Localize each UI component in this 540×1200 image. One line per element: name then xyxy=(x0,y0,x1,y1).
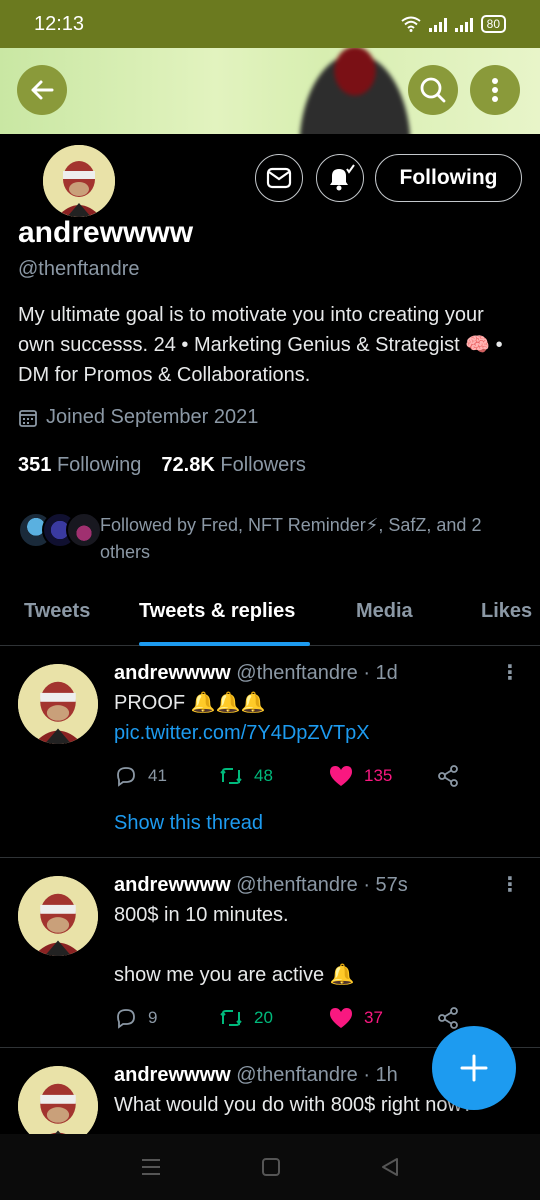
more-vertical-icon xyxy=(492,78,498,102)
status-icons: 80 xyxy=(401,15,506,33)
share-button[interactable] xyxy=(436,764,460,788)
avatar xyxy=(66,512,102,548)
tweet-more-button[interactable]: ⋮ xyxy=(500,872,520,897)
tweet-meta: @thenftandre · 57s xyxy=(236,874,408,896)
tweet[interactable]: andrewwww @thenftandre · 57s ⋮ 800$ in 1… xyxy=(0,858,540,1048)
signal-icon xyxy=(428,16,447,32)
ape-avatar-image xyxy=(18,664,98,744)
share-button[interactable] xyxy=(436,1006,460,1030)
signal-icon xyxy=(454,16,473,32)
wifi-icon xyxy=(401,16,421,32)
tweet-meta: @thenftandre · 1h xyxy=(236,1064,398,1086)
tab-tweets-replies[interactable]: Tweets & replies xyxy=(139,600,295,623)
banner-image xyxy=(290,48,420,134)
followers-label: Followers xyxy=(220,454,306,476)
tweet-text: 800$ in 10 minutes. show me you are acti… xyxy=(114,904,355,986)
followed-by-avatars[interactable] xyxy=(18,512,102,548)
search-button[interactable] xyxy=(408,65,458,115)
retweet-icon xyxy=(220,768,242,784)
like-count: 37 xyxy=(364,1008,383,1027)
display-name: andrewwww xyxy=(18,216,194,249)
status-time: 12:13 xyxy=(34,12,85,35)
tweet-author[interactable]: andrewwww xyxy=(114,874,231,896)
retweet-button[interactable]: 48 xyxy=(218,764,328,788)
profile-tabs: Tweets Tweets & replies Media Likes xyxy=(0,586,540,646)
joined-date: Joined September 2021 xyxy=(18,406,258,429)
show-thread-link[interactable]: Show this thread xyxy=(114,812,263,835)
user-handle: @thenftandre xyxy=(18,258,140,280)
like-count: 135 xyxy=(364,766,393,785)
tweet-link[interactable]: pic.twitter.com/7Y4DpZVTpX xyxy=(114,722,370,744)
profile-banner xyxy=(0,48,540,134)
reply-count: 9 xyxy=(148,1008,158,1027)
heart-filled-icon xyxy=(330,1008,352,1028)
calendar-icon xyxy=(19,409,37,427)
tweet[interactable]: andrewwww @thenftandre · 1d ⋮ PROOF 🔔🔔🔔 … xyxy=(0,646,540,858)
message-button[interactable] xyxy=(255,154,303,202)
profile-bio: My ultimate goal is to motivate you into… xyxy=(18,304,503,386)
tweet-text-content: PROOF 🔔🔔🔔 xyxy=(114,692,266,714)
system-nav-bar xyxy=(0,1134,540,1200)
retweet-icon xyxy=(220,1010,242,1026)
tweet-header: andrewwww @thenftandre · 1d xyxy=(114,662,398,685)
avatar[interactable] xyxy=(18,876,98,956)
following-label: Following xyxy=(56,454,142,476)
like-button[interactable]: 135 xyxy=(328,764,436,788)
reply-icon xyxy=(117,767,135,787)
mail-icon xyxy=(266,167,292,189)
battery-icon: 80 xyxy=(480,15,506,33)
notifications-button[interactable] xyxy=(316,154,364,202)
retweet-count: 48 xyxy=(254,766,273,785)
menu-icon[interactable] xyxy=(140,1157,162,1177)
back-button[interactable] xyxy=(17,65,67,115)
reply-button[interactable]: 9 xyxy=(114,1006,218,1030)
tweet-header: andrewwww @thenftandre · 57s xyxy=(114,874,408,897)
search-icon xyxy=(420,77,446,103)
followers-count: 72.8K xyxy=(161,454,215,476)
bell-check-icon xyxy=(330,164,355,191)
following-count: 351 xyxy=(18,454,52,476)
avatar[interactable] xyxy=(18,664,98,744)
compose-tweet-button[interactable] xyxy=(432,1026,516,1110)
like-button[interactable]: 37 xyxy=(328,1006,436,1030)
back-triangle-icon[interactable] xyxy=(380,1157,400,1177)
tweet-more-button[interactable]: ⋮ xyxy=(500,660,520,685)
share-icon xyxy=(438,765,458,787)
followers-count-link[interactable]: 72.8K Followers xyxy=(161,454,306,476)
ape-avatar-image xyxy=(18,1066,98,1134)
tweet-header: andrewwww @thenftandre · 1h xyxy=(114,1064,398,1087)
tab-tweets[interactable]: Tweets xyxy=(24,600,90,623)
followed-by-text[interactable]: Followed by Fred, NFT Reminder⚡, SafZ, a… xyxy=(100,512,530,566)
tweet-meta: @thenftandre · 1d xyxy=(236,662,398,684)
retweet-button[interactable]: 20 xyxy=(218,1006,328,1030)
tweet-author[interactable]: andrewwww xyxy=(114,662,231,684)
tweet-actions: 41 48 135 xyxy=(114,764,460,788)
arrow-left-icon xyxy=(31,80,54,100)
tab-media[interactable]: Media xyxy=(356,600,413,623)
following-button[interactable]: Following xyxy=(375,154,522,202)
plus-icon xyxy=(460,1054,488,1082)
reply-count: 41 xyxy=(148,766,167,785)
ape-avatar-image xyxy=(43,145,115,217)
reply-icon xyxy=(117,1009,135,1029)
ape-avatar-image xyxy=(18,876,98,956)
profile-avatar[interactable] xyxy=(40,142,118,220)
avatar[interactable] xyxy=(18,1066,98,1134)
retweet-count: 20 xyxy=(254,1008,273,1027)
more-options-button[interactable] xyxy=(470,65,520,115)
tweet-author[interactable]: andrewwww xyxy=(114,1064,231,1086)
home-icon[interactable] xyxy=(261,1157,281,1177)
heart-filled-icon xyxy=(330,766,352,786)
joined-text: Joined September 2021 xyxy=(46,406,259,428)
tweet-actions: 9 20 37 xyxy=(114,1006,460,1030)
reply-button[interactable]: 41 xyxy=(114,764,218,788)
following-count-link[interactable]: 351 Following xyxy=(18,454,141,476)
tweet-text: PROOF 🔔🔔🔔 pic.twitter.com/7Y4DpZVTpX xyxy=(114,688,514,748)
follow-counts: 351 Following 72.8K Followers xyxy=(18,454,306,477)
tab-likes[interactable]: Likes xyxy=(481,600,532,623)
status-bar: 12:13 80 xyxy=(0,0,540,48)
share-icon xyxy=(438,1007,458,1029)
